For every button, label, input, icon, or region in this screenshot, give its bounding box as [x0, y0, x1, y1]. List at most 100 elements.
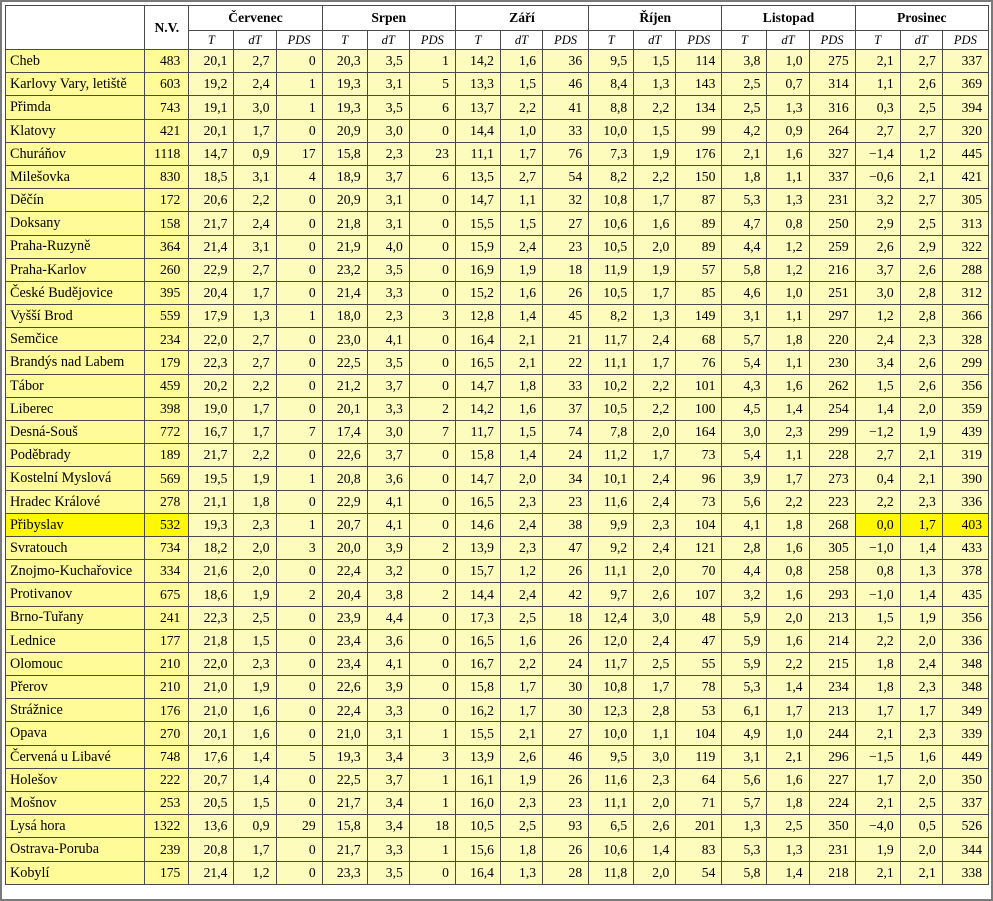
value-cell: 337	[808, 164, 856, 190]
value-cell: 3,0	[633, 605, 677, 630]
value-cell: 0	[275, 767, 323, 793]
table-row: Červená u Libavé 748 17,6 1,4 5 19,3 3,4 3 13,9 2…	[4, 744, 990, 769]
value-cell: 2,0	[899, 628, 943, 653]
altitude-cell: 569	[144, 466, 190, 491]
value-cell: 1,4	[766, 675, 810, 700]
value-cell: 14,7	[188, 141, 235, 166]
value-cell: 2,3	[499, 535, 544, 561]
value-cell: 26	[542, 628, 590, 653]
value-cell: 16,0	[454, 790, 501, 816]
subcol-header: PDS	[675, 30, 723, 50]
subcol-header: dT	[766, 30, 810, 50]
value-cell: 8,2	[588, 304, 635, 329]
altitude-cell: 189	[144, 443, 190, 468]
value-cell: 2,2	[633, 95, 677, 120]
value-cell: 2,7	[854, 118, 901, 143]
subcol-header: PDS	[808, 30, 856, 50]
value-cell: 0	[275, 790, 323, 816]
subcol-header: T	[321, 30, 368, 50]
value-cell: 21,4	[188, 860, 235, 885]
value-cell: 336	[941, 628, 990, 653]
value-cell: 2,3	[899, 327, 943, 352]
value-cell: 14,6	[454, 512, 501, 537]
value-cell: 220	[808, 327, 856, 352]
value-cell: 3,2	[854, 188, 901, 213]
value-cell: 99	[675, 118, 723, 143]
value-cell: 2,3	[633, 512, 677, 537]
value-cell: 41	[542, 95, 590, 120]
value-cell: 5,6	[721, 767, 768, 793]
value-cell: 1	[275, 95, 323, 120]
value-cell: 13,9	[454, 535, 501, 561]
value-cell: 1,9	[633, 257, 677, 282]
value-cell: 4,6	[721, 280, 768, 306]
value-cell: 114	[675, 48, 723, 74]
value-cell: 22	[542, 350, 590, 375]
value-cell: 1,5	[633, 48, 677, 74]
value-cell: 1,8	[854, 675, 901, 700]
value-cell: 1,1	[766, 304, 810, 329]
value-cell: 13,9	[454, 744, 501, 769]
value-cell: 2,4	[499, 234, 544, 259]
value-cell: 107	[675, 582, 723, 607]
value-cell: 22,4	[321, 559, 368, 584]
value-cell: 2,8	[633, 698, 677, 723]
value-cell: 14,7	[454, 373, 501, 398]
value-cell: 18,2	[188, 535, 235, 561]
value-cell: 2,1	[499, 327, 544, 352]
value-cell: 16,5	[454, 350, 501, 375]
table-row: Tábor 459 20,2 2,2 0 21,2 3,7 0 14,7 1,8 33 10,2 2,2…	[4, 373, 990, 398]
value-cell: 19,0	[188, 396, 235, 422]
value-cell: 16,5	[454, 628, 501, 653]
table-row: Semčice 234 22,0 2,7 0 23,0 4,1 0 16,4 2,1 21 11,7 2…	[4, 327, 990, 352]
station-name: Strážnice	[4, 698, 146, 723]
value-cell: 4,4	[721, 559, 768, 584]
value-cell: 0	[408, 651, 456, 677]
value-cell: 2,5	[899, 211, 943, 236]
value-cell: 19,1	[188, 95, 235, 120]
value-cell: 0	[408, 234, 456, 259]
altitude-cell: 398	[144, 396, 190, 422]
value-cell: 17,4	[321, 419, 368, 445]
station-name: Kostelní Myslová	[4, 466, 146, 491]
value-cell: 2,4	[233, 72, 277, 97]
value-cell: 29	[275, 814, 323, 839]
value-cell: 0,8	[766, 211, 810, 236]
value-cell: 2,5	[766, 814, 810, 839]
value-cell: 1,3	[633, 72, 677, 97]
value-cell: 378	[941, 559, 990, 584]
value-cell: 3,0	[366, 419, 410, 445]
value-cell: 1,3	[499, 860, 544, 885]
altitude-cell: 734	[144, 535, 190, 561]
value-cell: 2,7	[233, 257, 277, 282]
value-cell: 2,7	[233, 350, 277, 375]
value-cell: 2,0	[766, 605, 810, 630]
value-cell: 10,6	[588, 837, 635, 862]
value-cell: 213	[808, 698, 856, 723]
altitude-cell: 210	[144, 651, 190, 677]
value-cell: 0	[408, 860, 456, 885]
value-cell: 3,2	[366, 559, 410, 584]
value-cell: 17,6	[188, 744, 235, 769]
value-cell: 1,8	[766, 327, 810, 352]
value-cell: 46	[542, 744, 590, 769]
value-cell: 5,9	[721, 628, 768, 653]
value-cell: 1,7	[499, 698, 544, 723]
value-cell: 1,6	[499, 280, 544, 306]
value-cell: 6	[408, 164, 456, 190]
value-cell: 3,0	[633, 744, 677, 769]
value-cell: 16,1	[454, 767, 501, 793]
value-cell: 21,0	[321, 721, 368, 746]
value-cell: 4,0	[366, 234, 410, 259]
value-cell: 2,1	[899, 164, 943, 190]
station-name: Holešov	[4, 767, 146, 793]
table-row: Kostelní Myslová 569 19,5 1,9 1 20,8 3,6 0 14,7 2…	[4, 466, 990, 491]
value-cell: 1,4	[499, 304, 544, 329]
value-cell: 5,3	[721, 188, 768, 213]
value-cell: 2,4	[633, 489, 677, 514]
value-cell: 1,7	[633, 350, 677, 375]
value-cell: 11,7	[454, 419, 501, 445]
value-cell: 13,3	[454, 72, 501, 97]
value-cell: 3,3	[366, 280, 410, 306]
value-cell: −1,0	[854, 535, 901, 561]
